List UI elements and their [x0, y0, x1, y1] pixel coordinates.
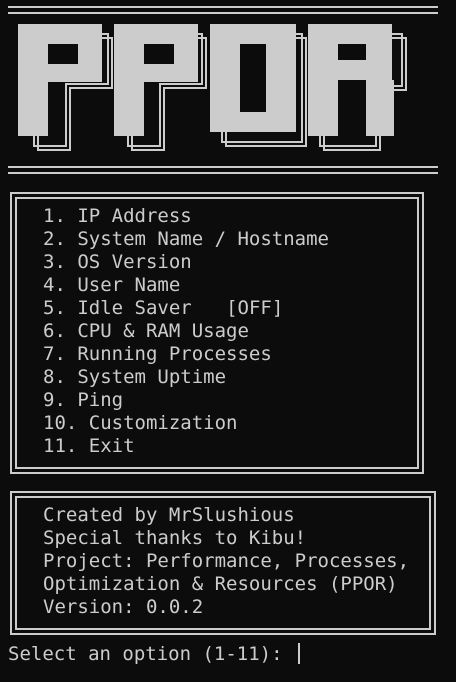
menu-item-system-uptime[interactable]: 8. System Uptime: [43, 366, 329, 389]
menu-item-label: Idle Saver: [77, 297, 192, 319]
menu-item-label: OS Version: [77, 251, 192, 273]
credits-thanks: Special thanks to Kibu!: [43, 527, 307, 549]
main-menu: 1. IP Address 2. System Name / Hostname …: [43, 205, 329, 458]
banner-rule-top: [8, 6, 438, 14]
text-cursor: [297, 643, 300, 664]
banner-rule-bottom: [8, 166, 438, 174]
menu-item-label: Running Processes: [77, 343, 272, 365]
menu-item-number: 4.: [43, 274, 66, 296]
menu-item-label: Customization: [88, 412, 238, 434]
menu-item-customization[interactable]: 10. Customization: [43, 412, 329, 435]
prompt-text: Select an option (1-11):: [8, 643, 294, 665]
menu-item-os-version[interactable]: 3. OS Version: [43, 251, 329, 274]
menu-item-number: 10.: [43, 412, 78, 434]
menu-item-label: System Name / Hostname: [77, 228, 330, 250]
credits-panel: Created by MrSlushious Special thanks to…: [43, 504, 409, 619]
menu-item-label: Exit: [88, 435, 135, 457]
menu-item-number: 6.: [43, 320, 66, 342]
project-description-line-2: Optimization & Resources (PPOR): [43, 573, 398, 595]
menu-item-running-processes[interactable]: 7. Running Processes: [43, 343, 329, 366]
idle-saver-status: [OFF]: [226, 297, 284, 319]
option-prompt[interactable]: Select an option (1-11):: [8, 643, 300, 666]
ppor-ascii-logo: [18, 24, 407, 151]
menu-item-label: System Uptime: [77, 366, 227, 388]
menu-item-system-name[interactable]: 2. System Name / Hostname: [43, 228, 329, 251]
menu-item-label: IP Address: [77, 205, 192, 227]
menu-item-number: 8.: [43, 366, 66, 388]
menu-item-number: 7.: [43, 343, 66, 365]
project-description-line-1: Project: Performance, Processes,: [43, 550, 410, 572]
menu-item-exit[interactable]: 11. Exit: [43, 435, 329, 458]
menu-item-label: User Name: [77, 274, 181, 296]
menu-item-user-name[interactable]: 4. User Name: [43, 274, 329, 297]
menu-item-number: 9.: [43, 389, 66, 411]
menu-item-label: CPU & RAM Usage: [77, 320, 249, 342]
menu-item-number: 1.: [43, 205, 66, 227]
menu-item-number: 2.: [43, 228, 66, 250]
menu-item-number: 11.: [43, 435, 78, 457]
menu-item-ip-address[interactable]: 1. IP Address: [43, 205, 329, 228]
version-label: Version: 0.0.2: [43, 596, 204, 618]
menu-item-ping[interactable]: 9. Ping: [43, 389, 329, 412]
credits-author: Created by MrSlushious: [43, 504, 295, 526]
menu-item-number: 5.: [43, 297, 66, 319]
menu-item-cpu-ram-usage[interactable]: 6. CPU & RAM Usage: [43, 320, 329, 343]
menu-item-idle-saver[interactable]: 5. Idle Saver [OFF]: [43, 297, 329, 320]
menu-item-number: 3.: [43, 251, 66, 273]
menu-item-label: Ping: [77, 389, 124, 411]
